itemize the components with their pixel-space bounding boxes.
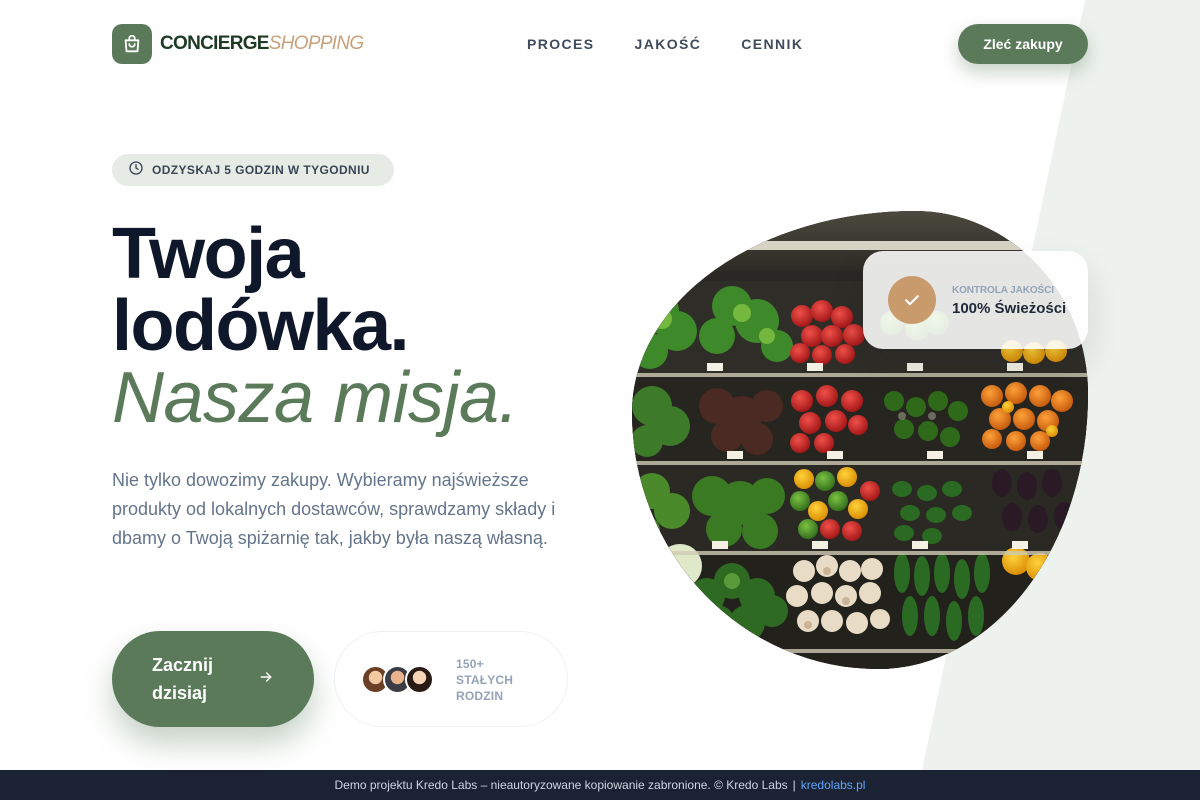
clock-icon (128, 160, 144, 181)
hero-title: Twoja lodówka. Nasza misja. (112, 214, 519, 438)
brand-name-part2: SHOPPING (268, 33, 364, 54)
footer-text: Demo projektu Kredo Labs – nieautoryzowa… (334, 778, 788, 792)
start-today-button[interactable]: Zacznij dzisiaj (112, 631, 314, 727)
nav-item-proces[interactable]: PROCES (527, 36, 595, 52)
nav-item-cennik[interactable]: CENNIK (741, 36, 803, 52)
hero-title-line2: lodówka. (112, 286, 410, 366)
hero-badge: ODZYSKAJ 5 GODZIN W TYGODNIU (112, 154, 394, 186)
order-shopping-button[interactable]: Zleć zakupy (958, 24, 1088, 64)
arrow-right-icon (258, 669, 274, 688)
quality-card-value: 100% Świeżości (952, 300, 1067, 317)
footer-separator: | (792, 778, 796, 792)
brand-logo[interactable]: CONCIERGESHOPPING (112, 24, 364, 64)
hero-lead: Nie tylko dowozimy zakupy. Wybieramy naj… (112, 470, 556, 548)
brand-name-part1: CONCIERGE (160, 33, 269, 54)
hero-title-line1: Twoja (112, 214, 305, 294)
main-nav: PROCES JAKOŚĆ CENNIK (527, 36, 803, 52)
nav-item-jakosc[interactable]: JAKOŚĆ (635, 36, 702, 52)
site-footer: Demo projektu Kredo Labs – nieautoryzowa… (0, 770, 1200, 800)
avatar-group (361, 665, 434, 694)
social-proof-label: 150+ STAŁYCH RODZIN (456, 657, 514, 703)
avatar (405, 665, 434, 694)
check-icon (888, 276, 936, 324)
shopping-bag-icon (112, 24, 152, 64)
quality-card: KONTROLA JAKOŚCI 100% Świeżości (863, 251, 1088, 349)
quality-card-eyebrow: KONTROLA JAKOŚCI (952, 285, 1054, 296)
start-today-label: Zacznij dzisiaj (152, 655, 214, 703)
footer-link[interactable]: kredolabs.pl (801, 778, 866, 792)
hero-title-accent: Nasza misja. (112, 358, 519, 438)
brand-name: CONCIERGESHOPPING (160, 33, 364, 55)
site-header: CONCIERGESHOPPING PROCES JAKOŚĆ CENNIK Z… (0, 0, 1200, 88)
hero-badge-text: ODZYSKAJ 5 GODZIN W TYGODNIU (152, 163, 370, 177)
social-proof: 150+ STAŁYCH RODZIN (334, 631, 568, 727)
